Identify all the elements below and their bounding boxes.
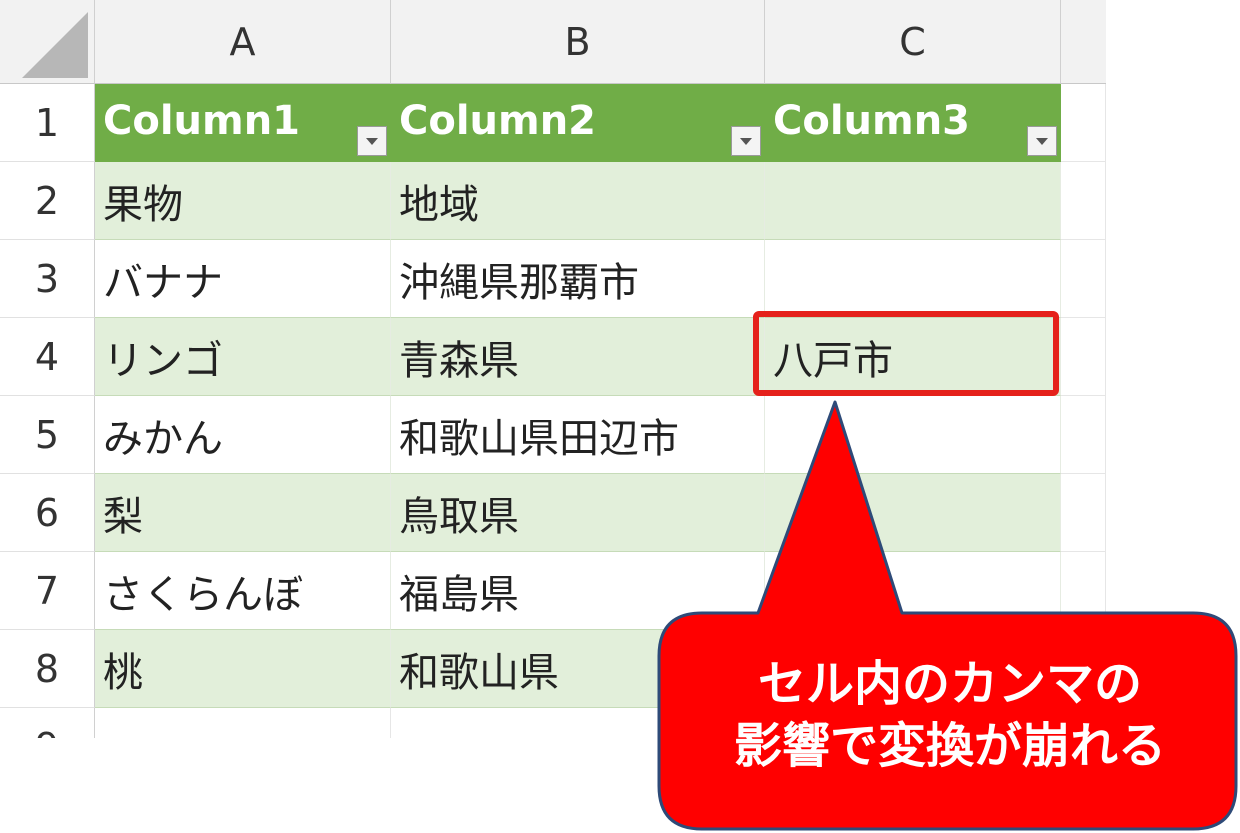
callout-line-2: 影響で変換が崩れる bbox=[733, 718, 1166, 774]
callout-text: セル内のカンマの 影響で変換が崩れる bbox=[660, 653, 1240, 777]
callout-line-1: セル内のカンマの bbox=[757, 656, 1142, 712]
